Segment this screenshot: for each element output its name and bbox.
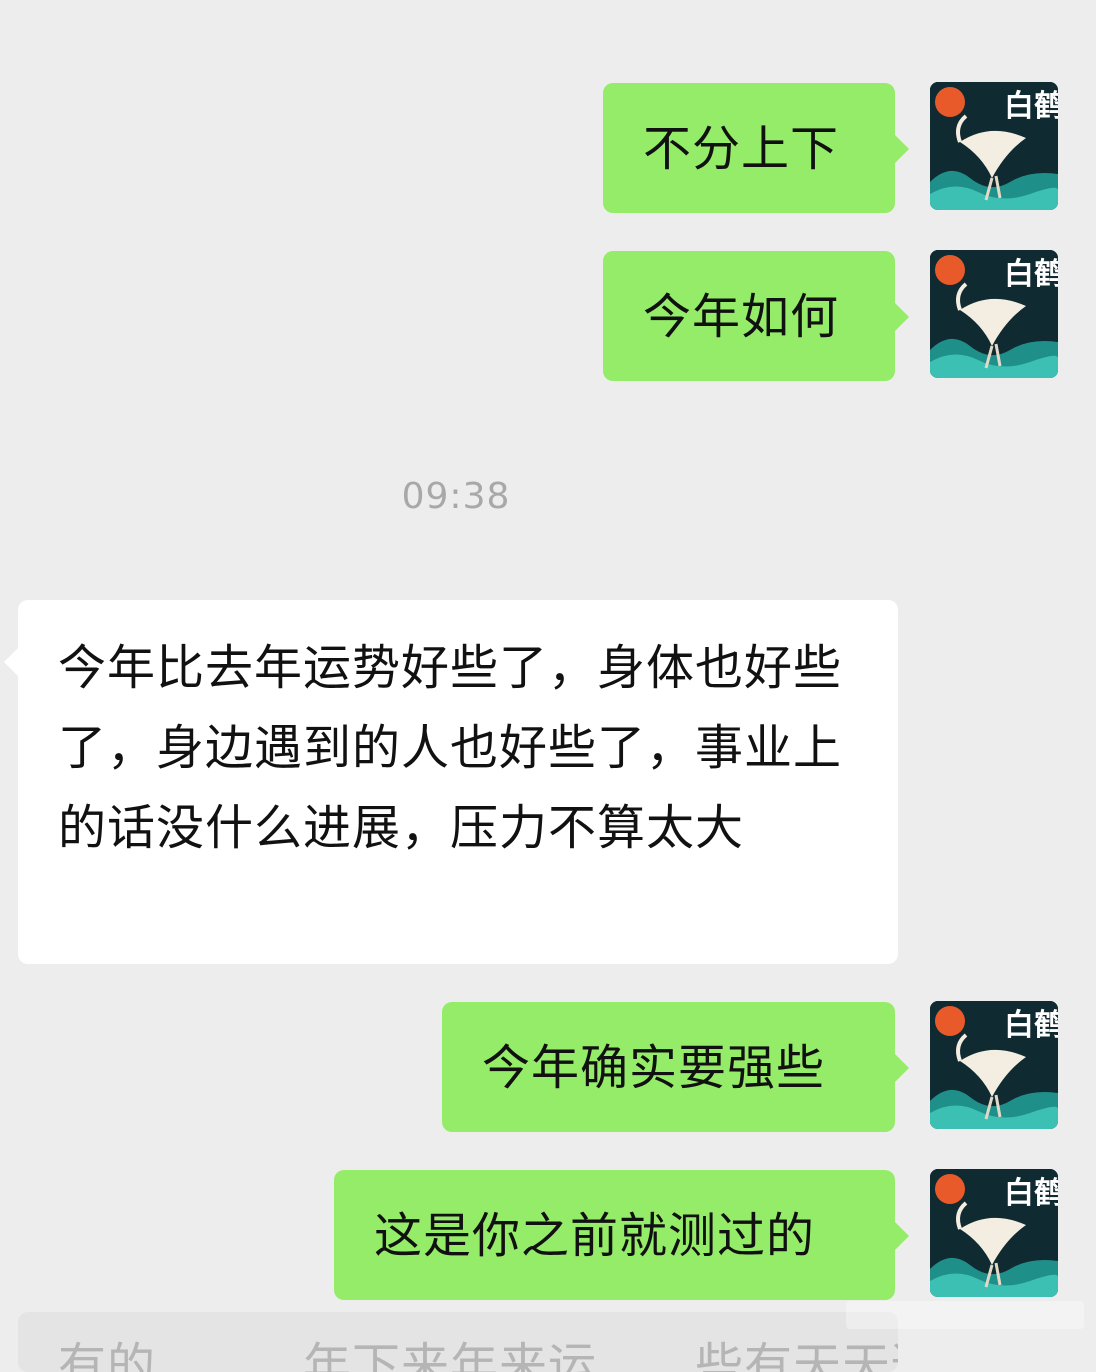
svg-text:白鹤: 白鹤 <box>1004 1176 1058 1211</box>
message-text: 不分上下 <box>643 121 840 177</box>
message-text: 今年比去年运势好些了，身体也好些了，身边遇到的人也好些了，事业上的话没什么进展，… <box>58 640 843 856</box>
outgoing-message-bubble[interactable]: 今年如何 <box>603 251 909 381</box>
incoming-message-bubble[interactable]: 今年比去年运势好些了，身体也好些了，身边遇到的人也好些了，事业上的话没什么进展，… <box>4 600 898 964</box>
chat-conversation: 不分上下 白鹤 今年如何 白鹤 09:38 今年比去年运势好些了，身体也好些了，… <box>0 0 1096 1372</box>
user-avatar[interactable]: 白鹤 <box>930 1001 1058 1129</box>
avatar-label: 白鹤 <box>1004 89 1058 124</box>
watermark-icon <box>846 1301 1084 1329</box>
message-text: 今年如何 <box>643 289 840 345</box>
outgoing-message-bubble[interactable]: 不分上下 <box>603 83 909 213</box>
message-text: 今年确实要强些 <box>482 1040 826 1096</box>
svg-text:白鹤: 白鹤 <box>1004 257 1058 292</box>
outgoing-message-bubble[interactable]: 这是你之前就测过的 <box>334 1170 909 1300</box>
crane-avatar-icon: 白鹤 <box>930 250 1058 378</box>
message-text: 这是你之前就测过的 <box>374 1208 816 1264</box>
user-avatar[interactable]: 白鹤 <box>930 1169 1058 1297</box>
message-timestamp: 09:38 <box>401 476 511 517</box>
crane-avatar-icon: 白鹤 <box>930 82 1058 210</box>
user-avatar[interactable]: 白鹤 <box>930 82 1058 210</box>
user-avatar[interactable]: 白鹤 <box>930 250 1058 378</box>
crane-avatar-icon: 白鹤 <box>930 1169 1058 1297</box>
partial-message-text: 有的 年下来年来运 些有天天适 <box>58 1338 898 1372</box>
crane-avatar-icon: 白鹤 <box>930 1001 1058 1129</box>
svg-text:白鹤: 白鹤 <box>1004 1008 1058 1043</box>
outgoing-message-bubble[interactable]: 今年确实要强些 <box>442 1002 909 1132</box>
partial-incoming-message[interactable]: 有的 年下来年来运 些有天天适 <box>18 1312 898 1372</box>
